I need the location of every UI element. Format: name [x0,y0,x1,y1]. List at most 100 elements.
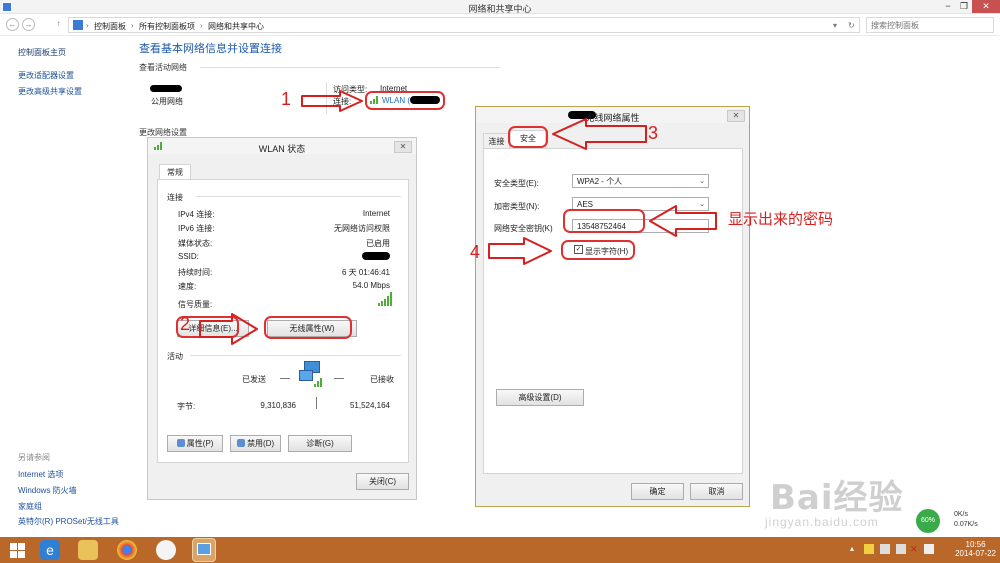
password-shown-annotation: 显示出来的密码 [728,211,834,228]
volume-tray-icon[interactable] [924,544,934,554]
network-type: 公用网络 [151,97,183,106]
stat-value: 已启用 [366,239,390,248]
annotation-highlight [508,126,548,148]
tray-expand-icon[interactable]: ▴ [850,544,854,553]
chevron-down-icon: ⌄ [699,201,705,208]
cancel-button[interactable]: 取消 [690,483,743,500]
breadcrumb-network-center[interactable]: 网络和共享中心 [208,21,264,32]
annotation-highlight [264,316,352,339]
active-networks-heading: 查看活动网络 [139,63,187,72]
wireless-properties-dialog: 无线网络属性 ✕ 连接 安全 安全类型(E): WPA2 - 个人 ⌄ 加密类型(… [475,106,750,507]
connection-heading: 连接 [167,193,183,202]
baidu-watermark-url: jingyan.baidu.com [765,515,879,529]
stat-label: 持续时间: [178,268,213,277]
stat-value: Internet [362,209,390,218]
step-number-2: 2 [180,314,191,334]
received-label: 已接收 [370,375,394,384]
address-bar[interactable]: › 控制面板 › 所有控制面板项 › 网络和共享中心 ▾ ↻ [68,17,860,33]
bytes-sent: 9,310,836 [260,401,296,410]
control-panel-taskbar-icon[interactable] [192,538,216,562]
stat-value: 54.0 Mbps [352,281,390,290]
chrome-icon[interactable] [117,540,137,560]
stat-value: 6 天 01:46:41 [341,268,390,277]
wifi-tray-icon[interactable] [896,544,906,554]
control-panel-icon [73,20,83,30]
download-speed: 0.07K/s [954,521,978,528]
media-player-icon[interactable] [156,540,176,560]
security-key-label: 网络安全密钥(K) [494,224,553,233]
sent-label: 已发送 [242,375,266,384]
minimize-button[interactable]: − [940,0,956,13]
close-button[interactable]: ✕ [972,0,1000,13]
search-input[interactable] [866,17,994,33]
usage-gauge: 60% [916,509,940,533]
annotation-highlight [563,209,645,233]
taskbar: e ▴ ✕ 10:56 2014-07-22 [0,537,1000,563]
divider [196,196,401,197]
system-tray: ▴ ✕ [850,544,935,556]
shield-icon [176,439,185,447]
divider [334,378,344,379]
security-tab-panel: 安全类型(E): WPA2 - 个人 ⌄ 加密类型(N): AES ⌄ 网络安全密钥… [483,148,743,474]
properties-button[interactable]: 属性(P) [167,435,223,452]
see-also-heading: 另请参阅 [18,453,50,462]
stat-value: 无网络访问权限 [334,224,390,233]
homegroup-link[interactable]: 家庭组 [18,501,42,512]
advanced-sharing-link[interactable]: 更改高级共享设置 [18,86,82,97]
divider [280,378,290,379]
step-number-1: 1 [281,89,292,109]
up-button[interactable]: ↑ [52,18,65,31]
divider [200,67,500,68]
stat-label: 媒体状态: [178,239,213,248]
dialog-title: 无线网络属性 [585,113,640,123]
annotation-highlight [365,91,445,110]
activity-heading: 活动 [167,352,183,361]
annotation-highlight [561,240,635,260]
security-type-select[interactable]: WPA2 - 个人 ⌄ [572,174,709,188]
close-icon[interactable]: ✕ [727,110,745,122]
ie-icon[interactable]: e [40,540,60,560]
breadcrumb-control-panel[interactable]: 控制面板 [94,21,126,32]
tab-general[interactable]: 常规 [159,164,191,180]
control-panel-home-link[interactable]: 控制面板主页 [18,47,66,58]
disable-button[interactable]: 禁用(D) [230,435,281,452]
intel-proset-link[interactable]: 英特尔(R) PROSet/无线工具 [18,516,119,527]
restore-button[interactable]: ❐ [956,0,972,13]
firewall-link[interactable]: Windows 防火墙 [18,485,77,496]
bytes-received: 51,524,164 [349,401,390,410]
windows-start-icon[interactable] [8,540,28,560]
baidu-watermark-logo: Bai经验 [770,478,904,518]
network-computers-icon [296,361,326,389]
chevron-down-icon: ⌄ [699,178,705,185]
tab-connection[interactable]: 连接 [483,133,510,149]
dialog-caption: 无线网络属性 ✕ [476,107,749,123]
breadcrumb-all-items[interactable]: 所有控制面板项 [139,21,195,32]
close-icon[interactable]: ✕ [394,141,412,153]
clock[interactable]: 10:56 2014-07-22 [955,540,996,558]
back-button[interactable]: ← [6,18,19,31]
close-dialog-button[interactable]: 关闭(C) [356,473,409,490]
ok-button[interactable]: 确定 [631,483,684,500]
tray-app-icon[interactable] [880,544,890,554]
internet-options-link[interactable]: Internet 选项 [18,469,63,480]
change-adapter-link[interactable]: 更改适配器设置 [18,70,74,81]
dropdown-icon[interactable]: ▾ [833,21,837,30]
step-number-4: 4 [470,242,481,262]
refresh-icon[interactable]: ↻ [848,21,855,30]
shield-icon [236,439,245,447]
flag-tray-icon[interactable]: ✕ [910,544,918,555]
divider [326,82,327,114]
advanced-settings-button[interactable]: 高级设置(D) [496,389,584,406]
signal-bars-icon [378,292,395,306]
title-bar: 网络和共享中心 − ❐ ✕ [0,0,1000,14]
file-explorer-icon[interactable] [78,540,98,560]
step-number-3: 3 [648,123,659,143]
diagnose-button[interactable]: 诊断(G) [288,435,352,452]
clock-date: 2014-07-22 [955,549,996,558]
divider [316,397,317,409]
tray-app-icon[interactable] [864,544,874,554]
network-name-redaction [150,85,182,92]
address-toolbar: ← → ↑ › 控制面板 › 所有控制面板项 › 网络和共享中心 ▾ ↻ [0,14,1000,36]
signal-quality-label: 信号质量: [178,300,213,309]
forward-button[interactable]: → [22,18,35,31]
